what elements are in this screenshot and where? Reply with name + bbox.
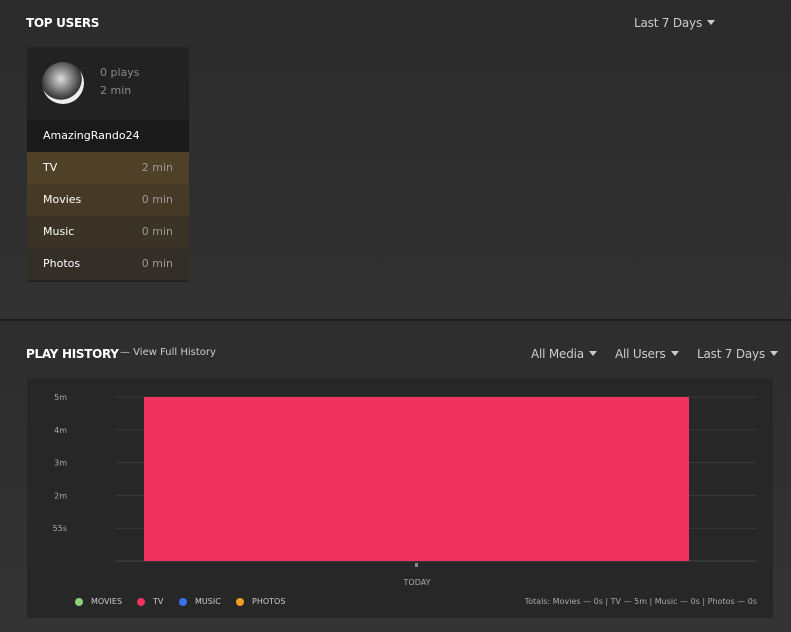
movies-dot-icon [75, 597, 83, 606]
chart-svg: 5m 4m 3m 2m 55s TODAY [53, 393, 757, 587]
legend-music[interactable]: MUSIC [179, 597, 221, 606]
y-tick-label: 55s [53, 524, 67, 533]
x-tick-label: TODAY [403, 578, 431, 587]
x-tick [415, 563, 418, 567]
bar-tv-today [144, 397, 689, 561]
legend-movies[interactable]: MOVIES [75, 597, 122, 606]
music-dot-icon [179, 597, 187, 606]
y-tick-label: 2m [54, 491, 67, 500]
y-tick-label: 5m [54, 393, 67, 402]
y-tick-label: 3m [54, 459, 67, 468]
tv-dot-icon [137, 597, 145, 606]
legend-tv[interactable]: TV [137, 597, 163, 606]
legend-photos[interactable]: PHOTOS [236, 597, 285, 606]
totals-text: Totals: Movies — 0s | TV — 5m | Music — … [524, 597, 757, 606]
photos-dot-icon [236, 597, 244, 606]
y-tick-label: 4m [54, 426, 67, 435]
